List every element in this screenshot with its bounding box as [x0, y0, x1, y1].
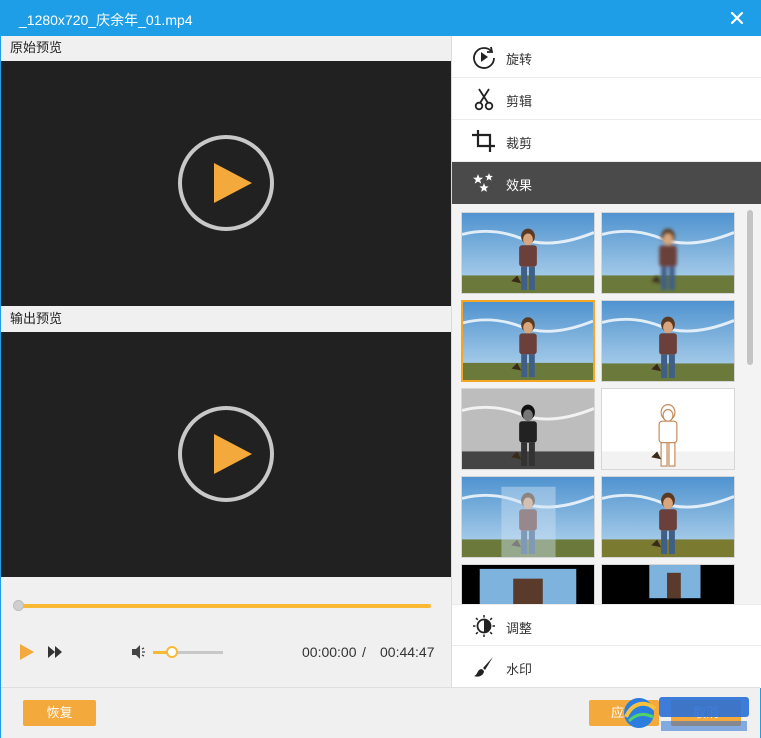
restore-button[interactable]: 恢复: [23, 700, 96, 726]
menu-item-adjust[interactable]: 调整: [452, 604, 761, 646]
menu-item-watermark[interactable]: 水印: [452, 646, 761, 688]
menu-item-effects[interactable]: 效果: [452, 162, 761, 204]
menu-label: 调整: [506, 621, 533, 636]
edit-panel: 旋转 剪辑 裁剪 效果 调整 水印: [451, 36, 761, 688]
editor-window: _1280x720_庆余年_01.mp4 原始预览 输出预览 00:00:00 …: [0, 0, 761, 738]
play-icon[interactable]: [177, 134, 275, 232]
volume-slider[interactable]: [153, 651, 223, 654]
stars-icon: [473, 173, 493, 192]
effect-thumbnail[interactable]: [601, 388, 735, 470]
brush-icon: [474, 657, 493, 677]
site-watermark-logo: [624, 697, 749, 731]
menu-label: 剪辑: [506, 94, 533, 109]
play-icon[interactable]: [177, 405, 275, 503]
rotate-icon: [473, 46, 495, 69]
progress-handle[interactable]: [13, 600, 24, 611]
progress-bar[interactable]: [19, 604, 431, 608]
menu-label: 旋转: [506, 52, 533, 67]
current-time: 00:00:00: [302, 644, 357, 660]
effect-thumbnail[interactable]: [601, 300, 735, 382]
menu-item-clip[interactable]: 剪辑: [452, 78, 761, 120]
output-preview-label: 输出预览: [1, 307, 451, 331]
play-button-icon[interactable]: [17, 643, 35, 661]
adjust-icon: [473, 615, 495, 637]
menu-label: 裁剪: [506, 136, 533, 151]
playback-controls: 00:00:00 / 00:44:47: [1, 577, 451, 687]
window-title: _1280x720_庆余年_01.mp4: [19, 12, 193, 28]
menu-item-crop[interactable]: 裁剪: [452, 120, 761, 162]
effect-thumbnail[interactable]: [461, 300, 595, 382]
output-preview: [1, 332, 451, 577]
fast-forward-icon[interactable]: [47, 645, 63, 659]
effect-thumbnail[interactable]: [461, 388, 595, 470]
volume-icon[interactable]: [130, 643, 148, 661]
effect-thumbnail[interactable]: [601, 476, 735, 558]
effects-grid: [452, 204, 761, 635]
scissors-icon: [474, 88, 494, 111]
original-preview-label: 原始预览: [1, 36, 451, 60]
scrollbar[interactable]: [747, 210, 753, 365]
volume-handle[interactable]: [166, 646, 178, 658]
total-time: 00:44:47: [380, 644, 435, 660]
menu-label: 效果: [506, 178, 533, 193]
original-preview: [1, 61, 451, 306]
menu-label: 水印: [506, 662, 533, 677]
close-icon[interactable]: [726, 7, 748, 29]
time-separator: /: [362, 644, 366, 660]
menu-item-rotate[interactable]: 旋转: [452, 36, 761, 78]
crop-icon: [472, 130, 495, 152]
title-bar: _1280x720_庆余年_01.mp4: [1, 1, 760, 36]
effect-thumbnail[interactable]: [461, 212, 595, 294]
effect-thumbnail[interactable]: [601, 212, 735, 294]
effect-thumbnail[interactable]: [461, 476, 595, 558]
